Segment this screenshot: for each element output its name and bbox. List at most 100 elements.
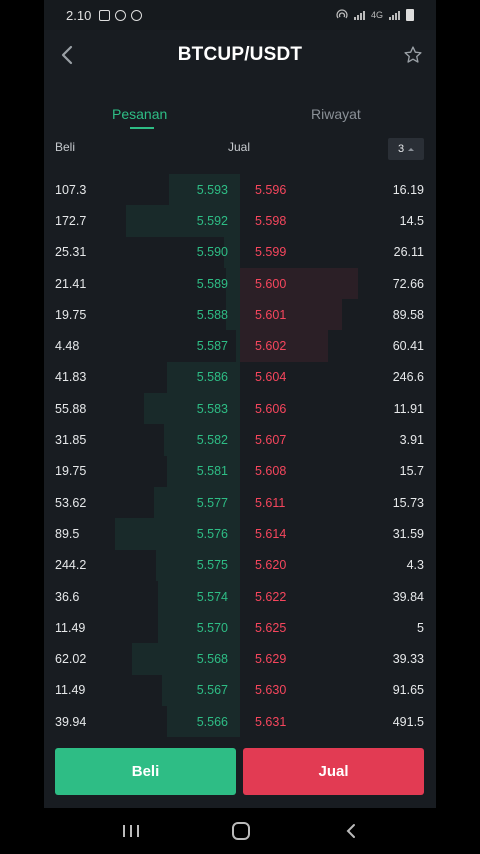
bid-side: 62.02 5.568 — [44, 643, 240, 675]
bid-price: 5.577 — [196, 495, 228, 510]
ask-quantity: 3.91 — [399, 433, 424, 448]
battery-icon — [406, 9, 414, 21]
ask-quantity: 39.84 — [392, 589, 424, 604]
bid-quantity: 25.31 — [55, 245, 87, 260]
tab-orders[interactable]: Pesanan — [112, 106, 167, 122]
bid-side: 172.7 5.592 — [44, 205, 240, 237]
ask-side: 5.622 39.84 — [240, 581, 436, 612]
bid-quantity: 39.94 — [55, 714, 87, 729]
recent-apps-button[interactable] — [116, 820, 146, 842]
ask-side: 5.600 72.66 — [240, 267, 436, 300]
ask-price: 5.600 — [255, 276, 287, 291]
order-book-row[interactable]: 4.48 5.587 5.602 60.41 — [44, 330, 436, 362]
order-book-row[interactable]: 11.49 5.570 5.625 5 — [44, 612, 436, 644]
bid-price: 5.575 — [196, 558, 228, 573]
bid-quantity: 31.85 — [55, 433, 87, 448]
bid-side: 25.31 5.590 — [44, 236, 240, 268]
order-book-row[interactable]: 172.7 5.592 5.598 14.5 — [44, 205, 436, 237]
order-book-row[interactable]: 107.3 5.593 5.596 16.19 — [44, 174, 436, 206]
active-tab-indicator — [130, 127, 154, 129]
bid-price: 5.581 — [196, 464, 228, 479]
bid-price: 5.592 — [196, 213, 228, 228]
order-book-row[interactable]: 55.88 5.583 5.606 11.91 — [44, 393, 436, 425]
back-chevron-icon — [346, 824, 355, 838]
ask-side: 5.608 15.7 — [240, 456, 436, 487]
ask-quantity: 26.11 — [393, 245, 424, 260]
gallery-icon — [99, 9, 111, 21]
column-sell: Jual — [228, 140, 251, 154]
ask-price: 5.629 — [255, 652, 287, 667]
order-book-row[interactable]: 11.49 5.567 5.630 91.65 — [44, 674, 436, 707]
column-buy: Beli — [55, 140, 76, 154]
ask-price: 5.604 — [255, 370, 287, 385]
ask-price: 5.614 — [255, 526, 287, 541]
bid-side: 107.3 5.593 — [44, 174, 240, 206]
bid-side: 19.75 5.581 — [44, 455, 240, 487]
bid-side: 19.75 5.588 — [44, 299, 240, 331]
app-notification-icon — [131, 9, 143, 21]
bid-side: 31.85 5.582 — [44, 424, 240, 456]
ask-quantity: 15.7 — [399, 464, 424, 479]
order-book-row[interactable]: 39.94 5.566 5.631 491.5 — [44, 706, 436, 737]
order-book-row[interactable]: 244.2 5.575 5.620 4.3 — [44, 549, 436, 581]
signal-icon — [353, 10, 365, 20]
ask-side: 5.606 11.91 — [240, 393, 436, 424]
bid-quantity: 4.48 — [55, 339, 80, 354]
ask-quantity: 14.5 — [399, 213, 424, 228]
buy-button[interactable]: Beli — [55, 748, 236, 795]
bid-quantity: 53.62 — [55, 495, 87, 510]
ask-price: 5.601 — [255, 307, 287, 322]
page-title: BTCUP/USDT — [177, 44, 303, 65]
ask-price: 5.596 — [255, 182, 287, 197]
bid-quantity: 19.75 — [55, 307, 87, 322]
bid-depth-bar — [226, 299, 240, 331]
ask-side: 5.631 491.5 — [240, 706, 436, 737]
order-book-row[interactable]: 21.41 5.589 5.600 72.66 — [44, 267, 436, 300]
ask-price: 5.602 — [255, 339, 287, 354]
order-book-row[interactable]: 53.62 5.577 5.611 15.73 — [44, 486, 436, 519]
bid-price: 5.589 — [196, 276, 228, 291]
bid-side: 11.49 5.570 — [44, 612, 240, 644]
tab-history[interactable]: Riwayat — [311, 106, 361, 122]
system-back-button[interactable] — [336, 820, 366, 842]
bid-side: 89.5 5.576 — [44, 518, 240, 550]
ask-side: 5.607 3.91 — [240, 424, 436, 455]
ask-price: 5.622 — [255, 589, 287, 604]
back-button[interactable] — [50, 38, 84, 72]
bid-quantity: 62.02 — [55, 652, 87, 667]
order-book-row[interactable]: 41.83 5.586 5.604 246.6 — [44, 361, 436, 394]
favorite-button[interactable] — [396, 38, 430, 72]
home-button[interactable] — [226, 820, 256, 842]
bid-side: 41.83 5.586 — [44, 361, 240, 394]
bid-price: 5.570 — [196, 620, 228, 635]
ask-side: 5.596 16.19 — [240, 174, 436, 205]
bid-price: 5.582 — [196, 433, 228, 448]
precision-value: 3 — [397, 143, 405, 155]
bid-quantity: 19.75 — [55, 464, 87, 479]
bid-quantity: 21.41 — [55, 276, 87, 291]
bid-quantity: 41.83 — [55, 370, 87, 385]
ask-side: 5.625 5 — [240, 612, 436, 643]
bid-quantity: 55.88 — [55, 401, 87, 416]
recent-apps-icon — [123, 825, 139, 837]
order-book-row[interactable]: 19.75 5.588 5.601 89.58 — [44, 299, 436, 331]
order-book-row[interactable]: 36.6 5.574 5.622 39.84 — [44, 580, 436, 613]
order-book-row[interactable]: 31.85 5.582 5.607 3.91 — [44, 424, 436, 456]
bid-price: 5.568 — [196, 652, 228, 667]
action-bar: Beli Jual — [55, 748, 425, 796]
ask-side: 5.598 14.5 — [240, 205, 436, 236]
order-book-row[interactable]: 62.02 5.568 5.629 39.33 — [44, 643, 436, 675]
ask-quantity: 31.59 — [392, 526, 424, 541]
ask-price: 5.598 — [255, 213, 287, 228]
sell-button[interactable]: Jual — [243, 748, 424, 795]
home-icon — [232, 822, 250, 840]
system-nav-bar — [0, 808, 480, 854]
ask-side: 5.630 91.65 — [240, 675, 436, 706]
precision-dropdown[interactable]: 3 — [388, 138, 424, 160]
bid-price: 5.590 — [196, 245, 228, 260]
bid-price: 5.576 — [196, 526, 228, 541]
ask-side: 5.611 15.73 — [240, 487, 436, 518]
order-book-row[interactable]: 89.5 5.576 5.614 31.59 — [44, 518, 436, 550]
order-book-row[interactable]: 19.75 5.581 5.608 15.7 — [44, 455, 436, 487]
order-book-row[interactable]: 25.31 5.590 5.599 26.11 — [44, 236, 436, 268]
